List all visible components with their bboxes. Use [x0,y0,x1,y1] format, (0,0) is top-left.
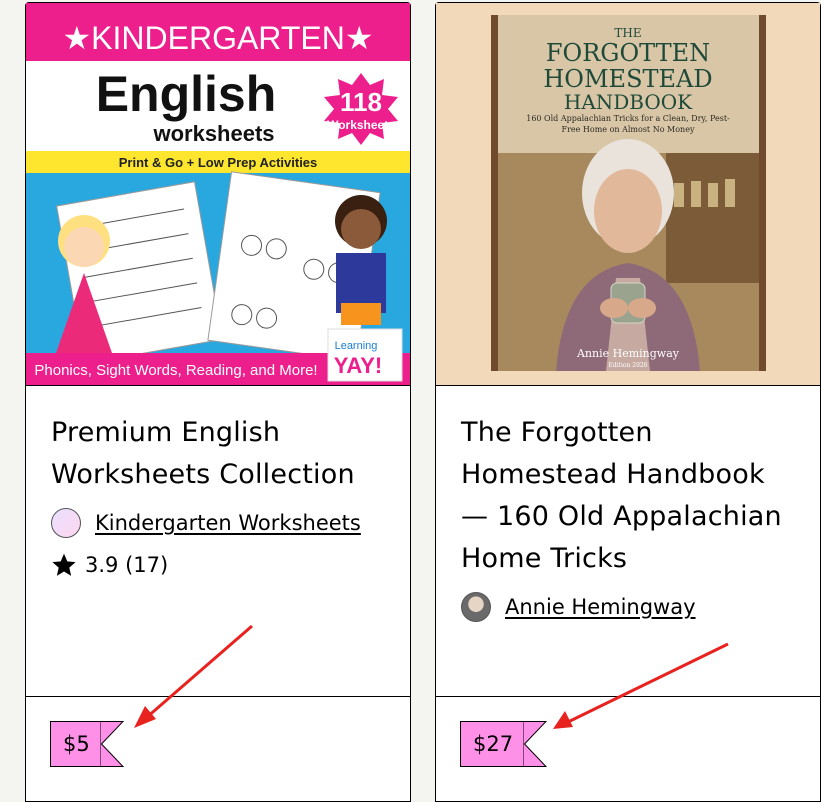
price-tag: $5 [50,721,124,767]
price-value: $27 [473,732,514,756]
cover-logo-bottom: YAY! [334,353,383,378]
creator-avatar[interactable] [51,508,81,538]
price-tag-tip [99,721,124,767]
cover-edition: Edition 2026 [608,362,647,369]
product-thumbnail[interactable]: ★KINDERGARTEN★ English worksheets 118 Wo… [26,3,410,386]
creator-name-link[interactable]: Annie Hemingway [505,595,696,619]
creator-avatar[interactable] [461,592,491,622]
creator[interactable]: Kindergarten Worksheets [51,508,385,538]
cover-badge-label: Worksheets [327,118,395,132]
card-footer: $5 [26,696,410,791]
rating-value: 3.9 (17) [85,553,169,577]
cover-strip: Print & Go + Low Prep Activities [119,155,318,170]
cover-banner: ★KINDERGARTEN★ [62,20,373,56]
cover-badge-number: 118 [340,87,382,117]
price-tag: $27 [460,721,548,767]
cover-line3: HANDBOOK [564,90,693,114]
cover-art: ★KINDERGARTEN★ English worksheets 118 Wo… [26,3,410,385]
product-title[interactable]: The Forgotten Homestead Handbook — 160 O… [461,412,795,580]
star-icon [52,553,76,576]
product-title[interactable]: Premium English Worksheets Collection [51,412,385,496]
cover-author: Annie Hemingway [576,347,680,360]
cover-the: THE [614,26,641,40]
product-card[interactable]: THE FORGOTTEN HOMESTEAD HANDBOOK 160 Old… [435,2,821,802]
card-footer: $27 [436,696,820,791]
cover-art: THE FORGOTTEN HOMESTEAD HANDBOOK 160 Old… [491,15,766,371]
cover-line2: HOMESTEAD [543,65,712,93]
cover-subtitle: 160 Old Appalachian Tricks for a Clean, … [526,114,730,134]
price-tag-tip [523,721,548,767]
price-value: $5 [63,732,90,756]
product-card[interactable]: ★KINDERGARTEN★ English worksheets 118 Wo… [25,2,411,802]
cover-footer: Phonics, Sight Words, Reading, and More! [34,362,317,379]
cover-logo-top: Learning [335,340,378,352]
creator[interactable]: Annie Hemingway [461,592,795,622]
creator-name-link[interactable]: Kindergarten Worksheets [95,511,361,535]
product-thumbnail[interactable]: THE FORGOTTEN HOMESTEAD HANDBOOK 160 Old… [436,3,820,386]
cover-line1: FORGOTTEN [546,39,710,67]
cover-heading: English [96,66,277,122]
rating: 3.9 (17) [51,552,385,578]
cover-subheading: worksheets [152,121,274,146]
